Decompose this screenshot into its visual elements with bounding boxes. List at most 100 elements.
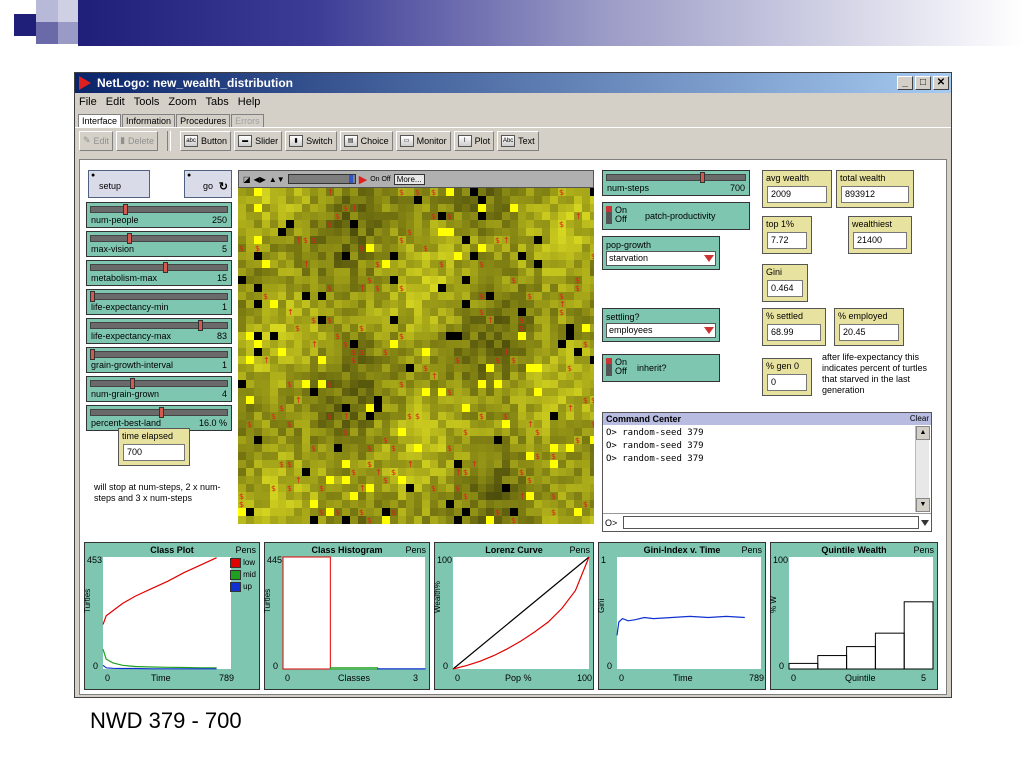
patch	[494, 244, 502, 252]
add-switch-tool[interactable]: ▮ Switch	[285, 130, 337, 151]
switch-toggle[interactable]	[606, 358, 612, 376]
edit-button[interactable]: ✎ Edit	[79, 130, 114, 151]
slider-life-expectancy-max[interactable]: life-expectancy-max 83	[86, 318, 232, 344]
menu-tabs[interactable]: Tabs	[206, 96, 229, 108]
patch-highlight	[454, 332, 462, 340]
slider-knob[interactable]	[126, 233, 132, 244]
observer-prompt[interactable]: O>	[605, 518, 617, 528]
switch-toggle[interactable]	[606, 206, 612, 224]
slider-life-expectancy-min[interactable]: life-expectancy-min 1	[86, 289, 232, 315]
patch	[302, 364, 310, 372]
add-plot-tool[interactable]: ⌇ Plot	[453, 130, 495, 151]
tab-information[interactable]: Information	[122, 114, 176, 127]
patch	[302, 212, 310, 220]
tab-interface[interactable]: Interface	[78, 114, 122, 127]
turtle-icon: ↑	[311, 340, 318, 349]
speed-slider[interactable]	[287, 174, 356, 184]
num-steps-slider[interactable]: num-steps 700	[602, 170, 750, 196]
add-button-tool[interactable]: abc Button	[180, 130, 232, 151]
slider-knob[interactable]	[90, 291, 95, 302]
go-button[interactable]: ● go ↻	[184, 170, 232, 198]
slider-value: 15	[216, 273, 227, 283]
patch	[454, 292, 462, 300]
patch	[582, 516, 590, 524]
patch-productivity-switch[interactable]: On Off patch-productivity	[602, 202, 750, 230]
slider-num-grain-grown[interactable]: num-grain-grown 4	[86, 376, 232, 402]
patch	[534, 188, 542, 196]
scroll-down-icon[interactable]: ▼	[916, 498, 930, 512]
slider-track[interactable]	[90, 235, 228, 242]
patch	[502, 380, 510, 388]
move-vertical-icon[interactable]: ▲▼	[269, 175, 285, 184]
menu-tools[interactable]: Tools	[134, 96, 160, 108]
tab-errors[interactable]: Errors	[231, 114, 264, 127]
patch	[310, 372, 318, 380]
patch	[302, 300, 310, 308]
display-toggle[interactable]: On Off	[370, 176, 391, 183]
command-input[interactable]	[623, 516, 919, 529]
dropdown-arrow-icon[interactable]	[704, 327, 714, 334]
more-button[interactable]: More...	[393, 173, 425, 185]
resize-icon[interactable]: ◪	[243, 175, 251, 184]
scroll-up-icon[interactable]: ▲	[916, 426, 930, 440]
delete-button[interactable]: ▮ Delete	[116, 130, 159, 151]
patch	[438, 396, 446, 404]
menu-help[interactable]: Help	[238, 96, 261, 108]
slider-knob[interactable]	[158, 407, 164, 418]
world-view[interactable]: ↑ $ $ $ $$ ↑$ $ $ ↑$ $$↑ $ $ $ $ ↑$ $ $ $$↑ $ $ $$ $ $$ ↑ $ $ $$ $ $…	[238, 188, 594, 524]
slider-metabolism-max[interactable]: metabolism-max 15	[86, 260, 232, 286]
settling-chooser[interactable]: settling? employees	[602, 308, 720, 342]
inherit-switch[interactable]: On Off inherit?	[602, 354, 720, 382]
patch	[318, 228, 326, 236]
minimize-button[interactable]: _	[897, 76, 913, 90]
dropdown-arrow-icon[interactable]	[704, 255, 714, 262]
patch	[550, 404, 558, 412]
add-slider-tool[interactable]: ▬ Slider	[234, 130, 283, 151]
slider-max-vision[interactable]: max-vision 5	[86, 231, 232, 257]
slider-grain-growth-interval[interactable]: grain-growth-interval 1	[86, 347, 232, 373]
slider-knob[interactable]	[129, 378, 135, 389]
output-scrollbar[interactable]: ▲ ▼	[915, 426, 930, 512]
add-monitor-tool[interactable]: ▭ Monitor	[395, 130, 451, 151]
slider-track[interactable]	[606, 174, 746, 181]
add-choice-tool[interactable]: ▤ Choice	[339, 130, 393, 151]
clear-button[interactable]: Clear	[910, 413, 929, 425]
move-horizontal-icon[interactable]: ◀▶	[254, 175, 266, 184]
speed-knob[interactable]	[348, 175, 353, 183]
tab-procedures[interactable]: Procedures	[176, 114, 231, 127]
slider-num-people[interactable]: num-people 250	[86, 202, 232, 228]
add-text-tool[interactable]: Abc Text	[497, 130, 539, 151]
slider-track[interactable]	[90, 206, 228, 213]
maximize-button[interactable]: □	[915, 76, 931, 90]
patch	[294, 460, 302, 468]
slider-knob[interactable]	[162, 262, 168, 273]
slider-track[interactable]	[90, 322, 228, 329]
slider-track[interactable]	[90, 264, 228, 271]
history-dropdown-icon[interactable]	[921, 520, 929, 526]
patch	[366, 196, 374, 204]
pop-growth-chooser[interactable]: pop-growth starvation	[602, 236, 720, 270]
patch	[294, 220, 302, 228]
setup-button[interactable]: ● setup	[88, 170, 150, 198]
patch	[302, 516, 310, 524]
slider-track[interactable]	[90, 380, 228, 387]
menu-zoom[interactable]: Zoom	[168, 96, 196, 108]
slider-knob[interactable]	[123, 204, 128, 215]
patch	[462, 252, 470, 260]
close-button[interactable]: ✕	[933, 76, 949, 90]
slider-knob[interactable]	[198, 320, 204, 331]
chooser-value[interactable]: starvation	[606, 251, 716, 266]
slider-knob[interactable]	[700, 172, 705, 183]
forever-off-icon: ●	[91, 172, 96, 179]
slider-knob[interactable]	[90, 349, 95, 360]
patch	[358, 500, 366, 508]
chooser-value[interactable]: employees	[606, 323, 716, 338]
menu-file[interactable]: File	[79, 96, 97, 108]
slider-track[interactable]	[90, 293, 228, 300]
patch	[246, 284, 254, 292]
menu-edit[interactable]: Edit	[106, 96, 125, 108]
patch	[590, 492, 594, 500]
slider-track[interactable]	[90, 351, 228, 358]
patch	[422, 492, 430, 500]
patch	[470, 380, 478, 388]
